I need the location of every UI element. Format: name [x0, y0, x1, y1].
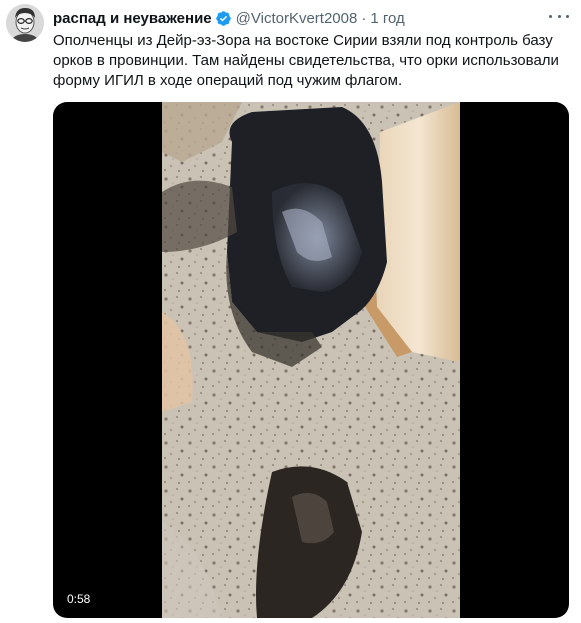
avatar[interactable]	[6, 4, 44, 42]
video-duration: 0:58	[67, 592, 91, 606]
verified-badge-icon	[215, 10, 231, 26]
video-thumbnail	[162, 102, 460, 618]
more-options-icon[interactable]	[549, 8, 569, 24]
more-dot	[549, 14, 552, 18]
tweet-header: распад и неуважение @VictorKvert2008 · 1…	[53, 8, 541, 28]
tweet-text: Ополченцы из Дейр-эз-Зора на востоке Сир…	[53, 32, 559, 89]
tweet: распад и неуважение @VictorKvert2008 · 1…	[0, 0, 581, 623]
header-separator: ·	[361, 9, 367, 27]
more-dot	[566, 14, 569, 18]
more-dot	[557, 14, 561, 18]
tweet-timestamp[interactable]: 1 год	[370, 10, 404, 27]
video-player[interactable]: 0:58	[53, 102, 569, 618]
author-handle[interactable]: @VictorKvert2008	[236, 10, 358, 27]
video-frame	[162, 102, 460, 618]
author-display-name[interactable]: распад и неуважение	[53, 10, 212, 27]
avatar-image	[6, 4, 44, 42]
